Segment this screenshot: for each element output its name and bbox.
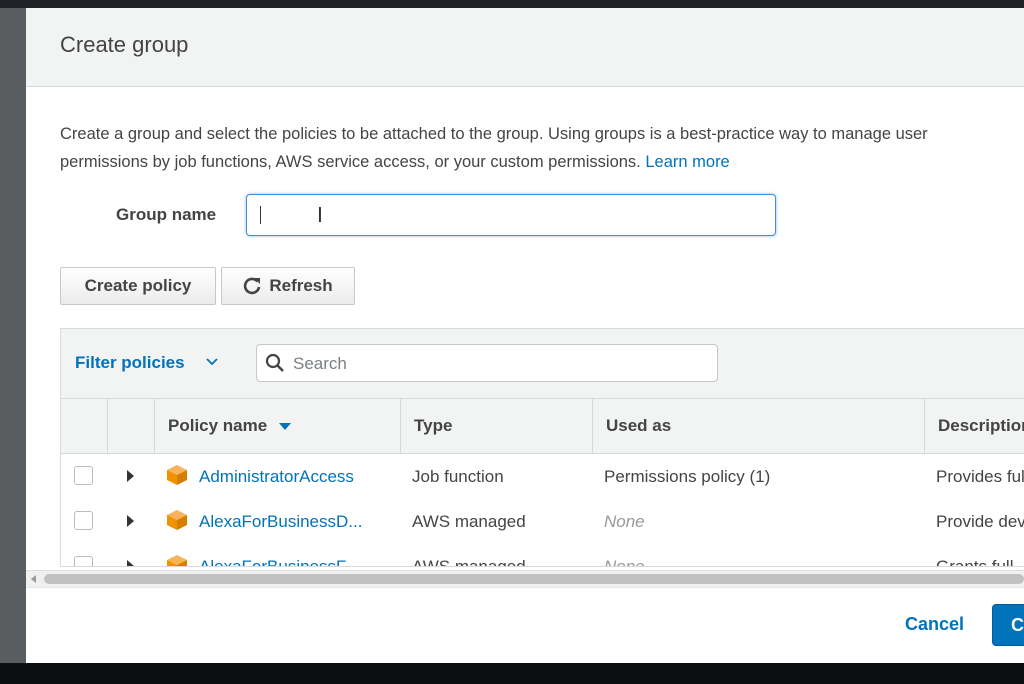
column-description[interactable]: Description — [924, 399, 1024, 453]
policy-type: AWS managed — [412, 557, 526, 567]
group-name-input[interactable]: I — [246, 194, 776, 236]
policy-name-link[interactable]: AlexaForBusinessF... — [199, 544, 394, 566]
filter-bar: Filter policies — [61, 329, 1024, 399]
policies-table: Filter policies Policy name Type Used as… — [60, 328, 1024, 567]
refresh-icon — [244, 277, 261, 295]
table-row[interactable]: AlexaForBusinessD... AWS managed None Pr… — [61, 499, 1024, 545]
policy-name-link[interactable]: AdministratorAccess — [199, 454, 394, 499]
table-row[interactable]: AdministratorAccess Job function Permiss… — [61, 454, 1024, 500]
create-group-button[interactable]: Create group — [992, 604, 1024, 646]
scrollbar-thumb[interactable] — [44, 574, 1024, 584]
policy-type: AWS managed — [412, 512, 526, 531]
column-policy-name[interactable]: Policy name — [154, 399, 400, 453]
policy-cube-icon — [167, 555, 187, 566]
policy-used-as: Permissions policy (1) — [604, 467, 771, 486]
row-checkbox[interactable] — [74, 466, 93, 485]
modal-description: Create a group and select the policies t… — [60, 120, 1024, 176]
description-line-1: Create a group and select the policies t… — [60, 125, 928, 143]
refresh-label: Refresh — [269, 276, 333, 295]
description-line-2: permissions by job functions, AWS servic… — [60, 153, 641, 171]
create-group-modal: Create group Create a group and select t… — [26, 8, 1024, 663]
search-icon — [265, 353, 284, 372]
search-box[interactable] — [256, 344, 718, 382]
refresh-button[interactable]: Refresh — [221, 267, 355, 305]
search-input[interactable] — [291, 351, 695, 377]
table-header: Policy name Type Used as Description — [61, 399, 1024, 454]
sort-desc-icon — [279, 423, 292, 431]
policy-description: Grants full — [936, 557, 1014, 567]
table-row[interactable]: AlexaForBusinessF... AWS managed None Gr… — [61, 544, 1024, 567]
expand-row-icon[interactable] — [127, 560, 134, 566]
modal-title: Create group — [60, 32, 189, 57]
create-policy-button[interactable]: Create policy — [60, 267, 216, 305]
chevron-down-icon[interactable] — [206, 358, 218, 366]
policy-used-as: None — [604, 557, 645, 567]
page-backdrop — [0, 8, 26, 663]
policy-description: Provides full — [936, 467, 1024, 486]
horizontal-scrollbar[interactable] — [26, 570, 1024, 588]
cancel-button[interactable]: Cancel — [905, 614, 964, 635]
column-used-as[interactable]: Used as — [592, 399, 924, 453]
footer-divider — [26, 587, 1024, 588]
policy-name-link[interactable]: AlexaForBusinessD... — [199, 499, 394, 544]
modal-header: Create group — [26, 8, 1024, 87]
header-checkbox-cell — [61, 399, 107, 453]
row-checkbox[interactable] — [74, 556, 93, 566]
filter-policies-dropdown[interactable]: Filter policies — [75, 353, 185, 373]
policy-description: Provide dev — [936, 512, 1024, 531]
column-type[interactable]: Type — [400, 399, 592, 453]
policy-cube-icon — [167, 465, 187, 485]
learn-more-link[interactable]: Learn more — [645, 153, 729, 171]
expand-row-icon[interactable] — [127, 515, 134, 527]
policy-cube-icon — [167, 510, 187, 530]
policy-used-as: None — [604, 512, 645, 531]
group-name-label: Group name — [116, 205, 217, 224]
column-policy-name-label: Policy name — [168, 416, 268, 435]
expand-row-icon[interactable] — [127, 470, 134, 482]
scroll-left-icon[interactable] — [31, 575, 36, 583]
bottom-bar — [0, 663, 1024, 684]
ibeam-cursor-icon: I — [317, 203, 323, 227]
text-caret — [260, 206, 261, 224]
policy-type: Job function — [412, 467, 504, 486]
header-expand-cell — [107, 399, 154, 453]
top-bar — [0, 0, 1024, 8]
row-checkbox[interactable] — [74, 511, 93, 530]
